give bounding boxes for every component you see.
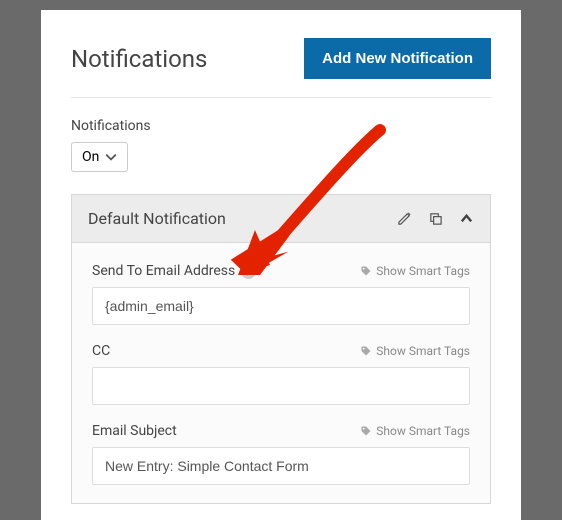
help-icon[interactable]: ? (241, 264, 256, 279)
settings-panel: Notifications Add New Notification Notif… (41, 10, 521, 520)
header-row: Notifications Add New Notification (71, 38, 491, 98)
page-title: Notifications (71, 45, 207, 73)
field-cc-label: CC (92, 343, 110, 359)
show-smart-tags-link[interactable]: Show Smart Tags (360, 424, 470, 438)
show-smart-tags-link[interactable]: Show Smart Tags (360, 344, 470, 358)
edit-icon[interactable] (397, 211, 412, 226)
field-send-to-label-wrap: Send To Email Address ? (92, 263, 256, 279)
copy-icon[interactable] (428, 211, 443, 226)
notification-title: Default Notification (88, 209, 226, 228)
send-to-input[interactable] (92, 287, 470, 325)
field-cc: CC Show Smart Tags (92, 343, 470, 405)
field-send-to-label: Send To Email Address (92, 263, 235, 279)
field-subject-top: Email Subject Show Smart Tags (92, 423, 470, 439)
tag-icon (360, 425, 372, 437)
notification-header: Default Notification (72, 195, 490, 243)
tag-icon (360, 345, 372, 357)
field-subject: Email Subject Show Smart Tags (92, 423, 470, 485)
notification-item: Default Notification Send To Email Addre… (71, 194, 491, 504)
chevron-up-icon[interactable] (459, 211, 474, 226)
notification-actions (397, 211, 474, 226)
add-notification-button[interactable]: Add New Notification (304, 38, 491, 79)
notifications-toggle-select[interactable]: On (71, 142, 128, 172)
subject-input[interactable] (92, 447, 470, 485)
notification-body: Send To Email Address ? Show Smart Tags … (72, 243, 490, 485)
cc-input[interactable] (92, 367, 470, 405)
tag-icon (360, 265, 372, 277)
notifications-toggle-value: On (82, 149, 99, 165)
notifications-toggle-group: Notifications On (71, 118, 491, 172)
chevron-down-icon (105, 151, 117, 163)
field-cc-top: CC Show Smart Tags (92, 343, 470, 359)
field-send-to: Send To Email Address ? Show Smart Tags (92, 263, 470, 325)
show-smart-tags-link[interactable]: Show Smart Tags (360, 264, 470, 278)
notifications-toggle-label: Notifications (71, 118, 491, 134)
field-send-to-top: Send To Email Address ? Show Smart Tags (92, 263, 470, 279)
field-subject-label: Email Subject (92, 423, 177, 439)
